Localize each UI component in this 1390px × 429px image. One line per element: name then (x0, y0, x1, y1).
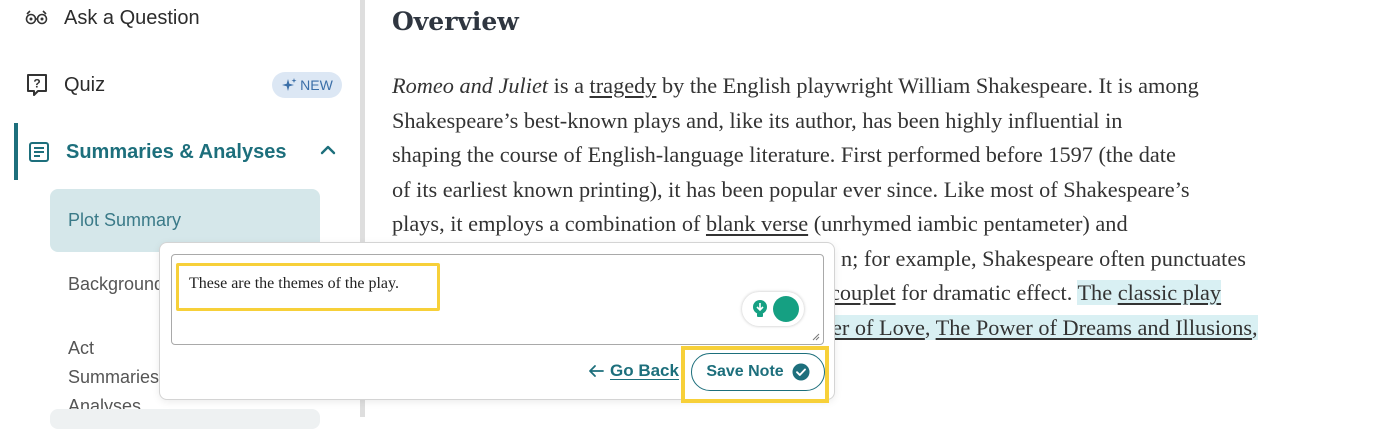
sub-item-plot-summary[interactable]: Plot Summary (68, 206, 181, 235)
chevron-up-icon[interactable] (318, 140, 338, 160)
check-circle-icon (792, 363, 810, 381)
nav-ask-label: Ask a Question (64, 6, 200, 29)
link-classic-play[interactable]: classic play (1118, 280, 1221, 305)
lightbulb-icon[interactable] (750, 299, 770, 319)
theme-link-love[interactable]: er of Love (832, 315, 925, 340)
highlighted-text[interactable]: The classic play (1077, 280, 1222, 305)
work-title: Romeo and Juliet (392, 73, 549, 98)
sub-item-next-bg[interactable] (50, 409, 320, 429)
new-badge-label: NEW (300, 77, 333, 93)
arrow-left-icon (589, 365, 604, 377)
text-run: n; for example, Shakespeare often punctu… (841, 245, 1246, 271)
grammarly-icon[interactable] (773, 296, 799, 322)
svg-text:?: ? (33, 77, 40, 91)
sparkle-icon (282, 78, 297, 91)
page-title: Overview (392, 7, 519, 36)
quiz-icon: ? (24, 72, 50, 98)
glossary-link-blank-verse[interactable]: blank verse (706, 211, 808, 236)
note-textarea[interactable]: These are the themes of the play. (171, 254, 824, 345)
go-back-button[interactable]: Go Back (588, 361, 679, 381)
resize-handle-icon[interactable] (810, 331, 820, 341)
active-indicator (14, 123, 18, 180)
text-run: for dramatic effect. (895, 280, 1078, 305)
glossary-link-tragedy[interactable]: tragedy (590, 73, 657, 98)
text-run: (unrhymed iambic pentameter) and (808, 211, 1128, 236)
grammarly-widget[interactable] (742, 292, 804, 326)
highlighted-text[interactable]: er of Love, The Power of Dreams and Illu… (832, 314, 1258, 340)
text-run: The (1077, 280, 1118, 305)
new-badge: NEW (272, 72, 342, 98)
article-line: plays, it employs a combination of blank… (392, 207, 1367, 242)
text-run: , (924, 314, 936, 340)
nav-summaries-label: Summaries & Analyses (66, 140, 287, 163)
nav-quiz[interactable]: ? Quiz (24, 70, 105, 100)
nav-quiz-label: Quiz (64, 73, 106, 96)
nav-ask-question[interactable]: Ask a Question (24, 4, 200, 32)
article-line: Shakespeare’s best-known plays and, like… (392, 107, 1123, 133)
sub-item-background[interactable]: Background (68, 270, 164, 299)
article-line: shaping the course of English-language l… (392, 142, 1176, 167)
theme-link-dreams[interactable]: The Power of Dreams and Illusions (936, 315, 1252, 340)
save-note-button[interactable]: Save Note (691, 353, 825, 391)
text-run: , (1252, 314, 1258, 340)
note-text[interactable]: These are the themes of the play. (189, 275, 399, 293)
note-popup: These are the themes of the play. Go Bac… (159, 242, 835, 403)
ask-question-icon (24, 5, 50, 31)
text-run: plays, it employs a combination of (392, 211, 706, 236)
article-line: Romeo and Juliet is a tragedy by the Eng… (392, 69, 1367, 104)
glossary-link-couplet[interactable]: couplet (830, 280, 896, 305)
text-run: is a (548, 73, 590, 98)
article-line: of its earliest known printing), it has … (392, 176, 1190, 202)
save-note-label: Save Note (706, 363, 784, 380)
go-back-label: Go Back (610, 361, 679, 380)
text-run: by the English playwright William Shakes… (656, 73, 1199, 98)
nav-summaries-analyses[interactable]: Summaries & Analyses (26, 137, 286, 167)
document-icon (26, 139, 52, 165)
